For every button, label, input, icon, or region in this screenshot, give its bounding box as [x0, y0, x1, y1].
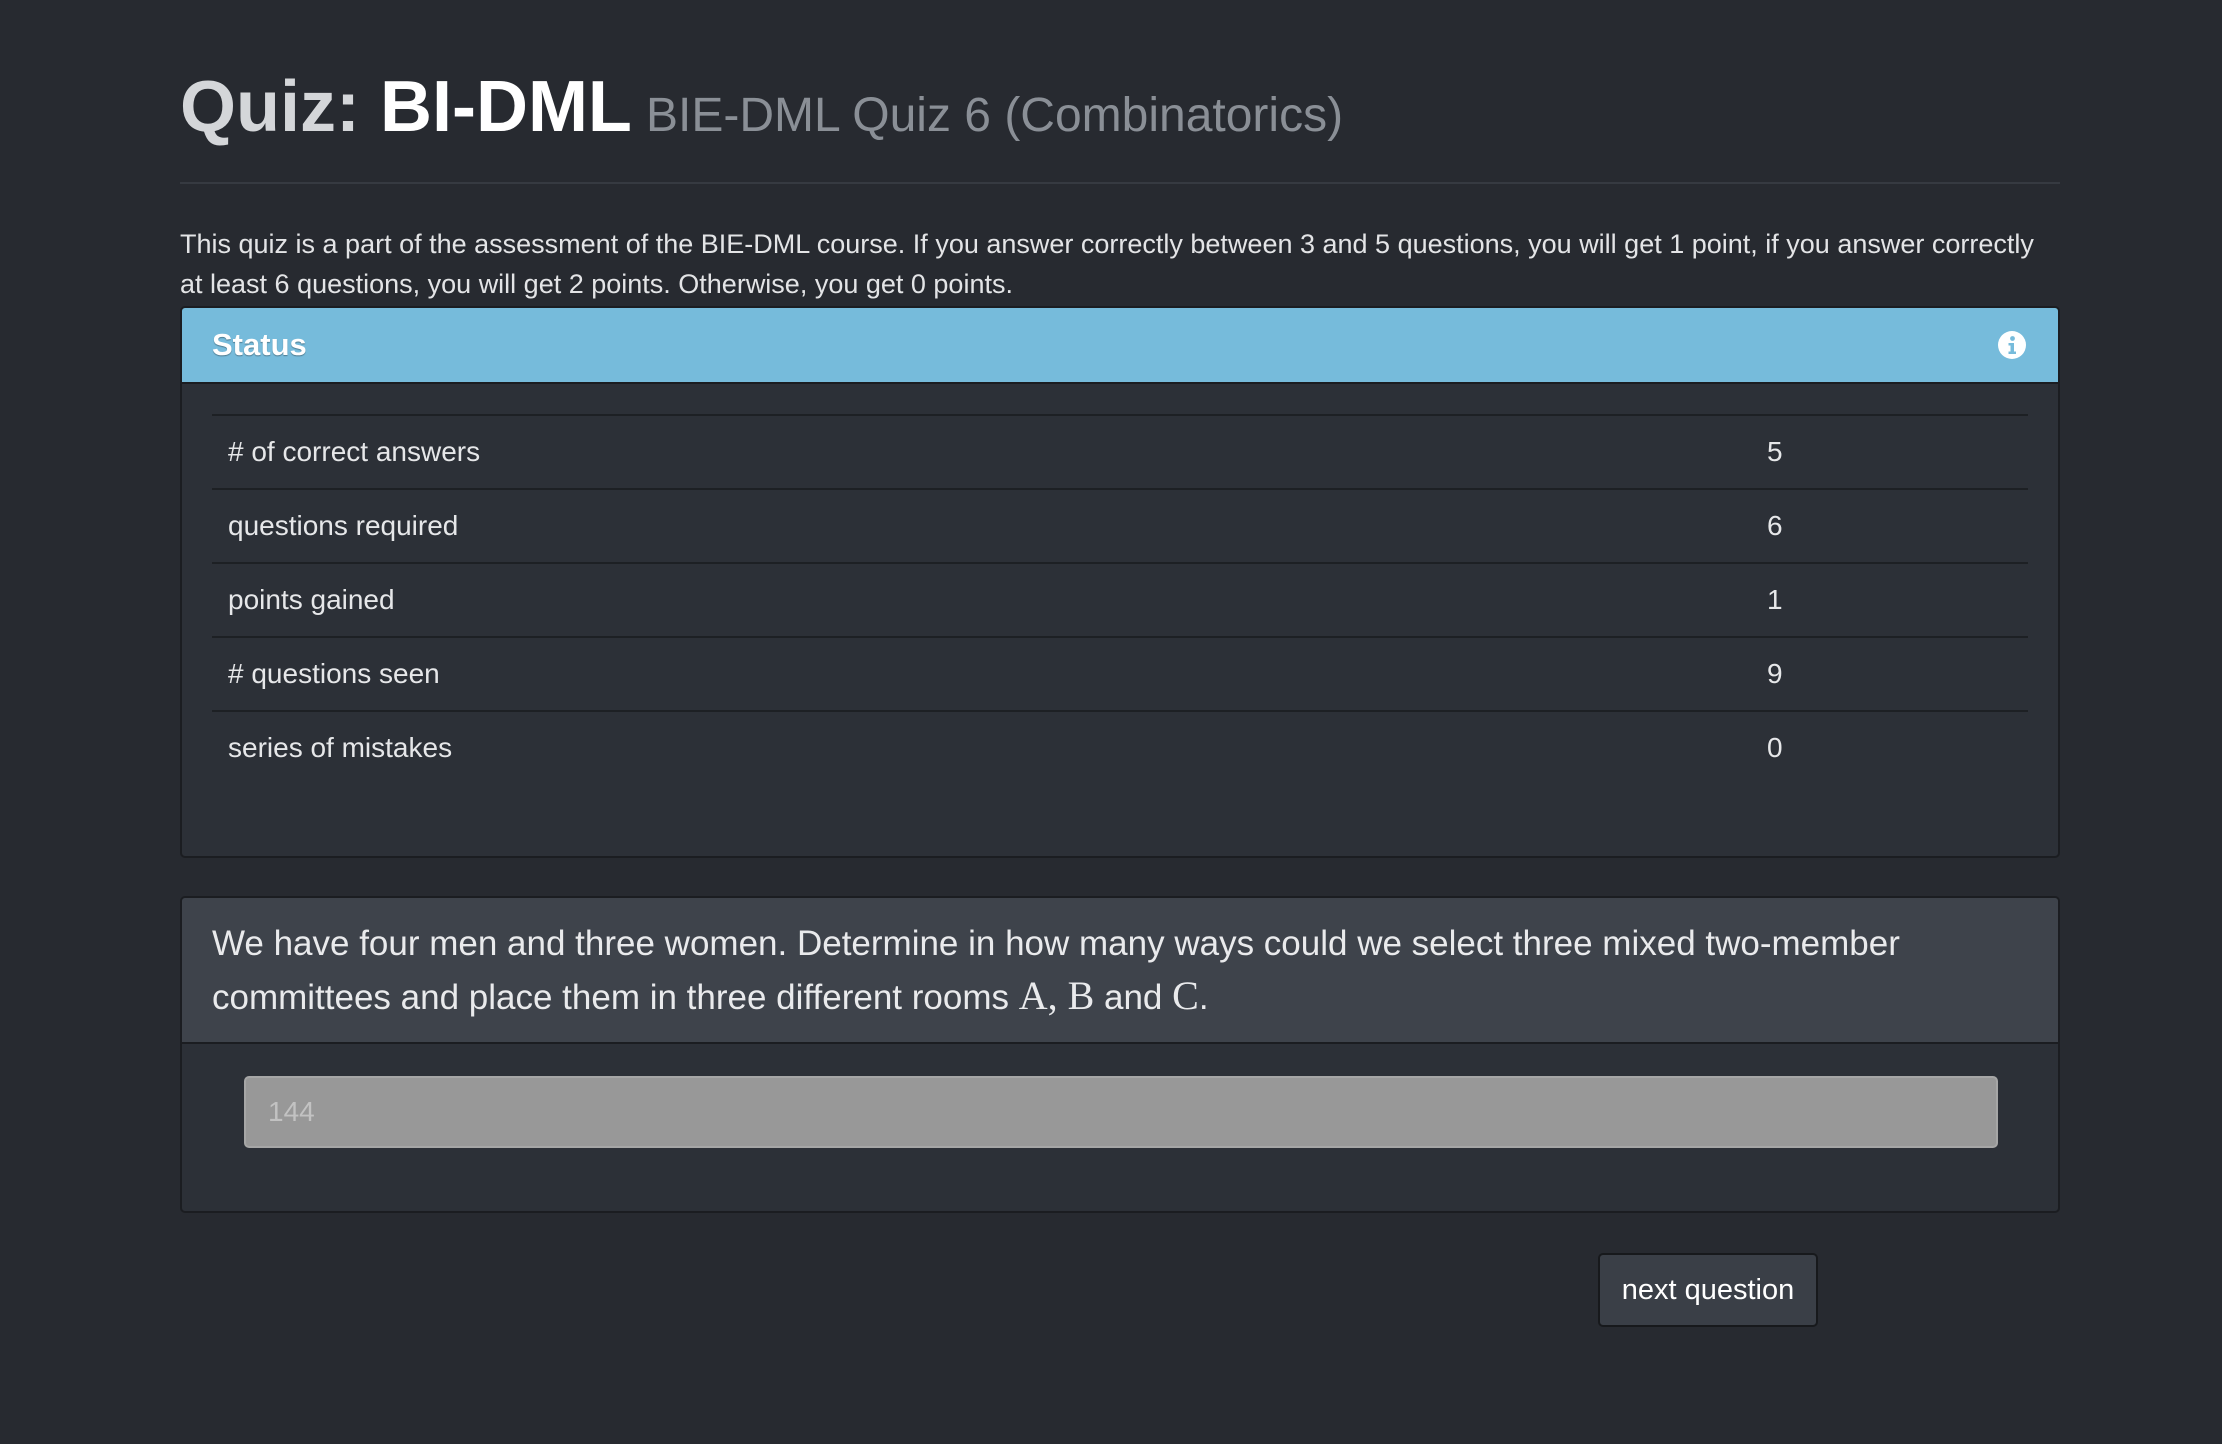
quiz-description: This quiz is a part of the assessment of… [180, 229, 2034, 299]
table-row: questions required 6 [212, 488, 2028, 562]
math-room-c: C [1172, 973, 1199, 1018]
status-table: # of correct answers 5 questions require… [212, 414, 2028, 784]
stat-value: 1 [1767, 584, 1783, 615]
status-title: Status [212, 327, 307, 362]
stat-value: 9 [1767, 658, 1783, 689]
course-code: BI-DML [379, 67, 632, 147]
stat-label: # questions seen [228, 658, 440, 689]
stat-label: series of mistakes [228, 732, 453, 763]
stat-label: questions required [228, 510, 459, 541]
table-row: series of mistakes 0 [212, 710, 2028, 784]
stat-label: # of correct answers [228, 436, 481, 467]
answer-input[interactable] [244, 1076, 1998, 1148]
page-header: Quiz: BI-DML BIE-DML Quiz 6 (Combinatori… [180, 62, 2060, 184]
table-row: # of correct answers 5 [212, 414, 2028, 488]
question-panel: We have four men and three women. Determ… [180, 896, 2060, 1213]
question-heading: We have four men and three women. Determ… [182, 898, 2058, 1044]
quiz-subtitle: BIE-DML Quiz 6 (Combinatorics) [646, 89, 1344, 142]
question-text-and: and [1094, 978, 1173, 1017]
status-panel: Status # of correct answers 5 questions … [180, 306, 2060, 858]
stat-value: 0 [1767, 732, 1783, 763]
stat-value: 5 [1767, 436, 1783, 467]
stat-value: 6 [1767, 510, 1783, 541]
stat-label: points gained [228, 584, 395, 615]
page-title: Quiz: BI-DML [180, 66, 632, 148]
question-text-end: . [1198, 978, 1209, 1017]
question-text: We have four men and three women. Determ… [212, 918, 2032, 1024]
table-row: # questions seen 9 [212, 636, 2028, 710]
status-panel-heading: Status [182, 308, 2058, 384]
table-row: points gained 1 [212, 562, 2028, 636]
title-prefix: Quiz: [180, 67, 360, 147]
next-question-button[interactable]: next question [1598, 1253, 1818, 1327]
math-rooms: A, B [1018, 973, 1095, 1018]
info-circle-icon[interactable] [1996, 329, 2028, 361]
